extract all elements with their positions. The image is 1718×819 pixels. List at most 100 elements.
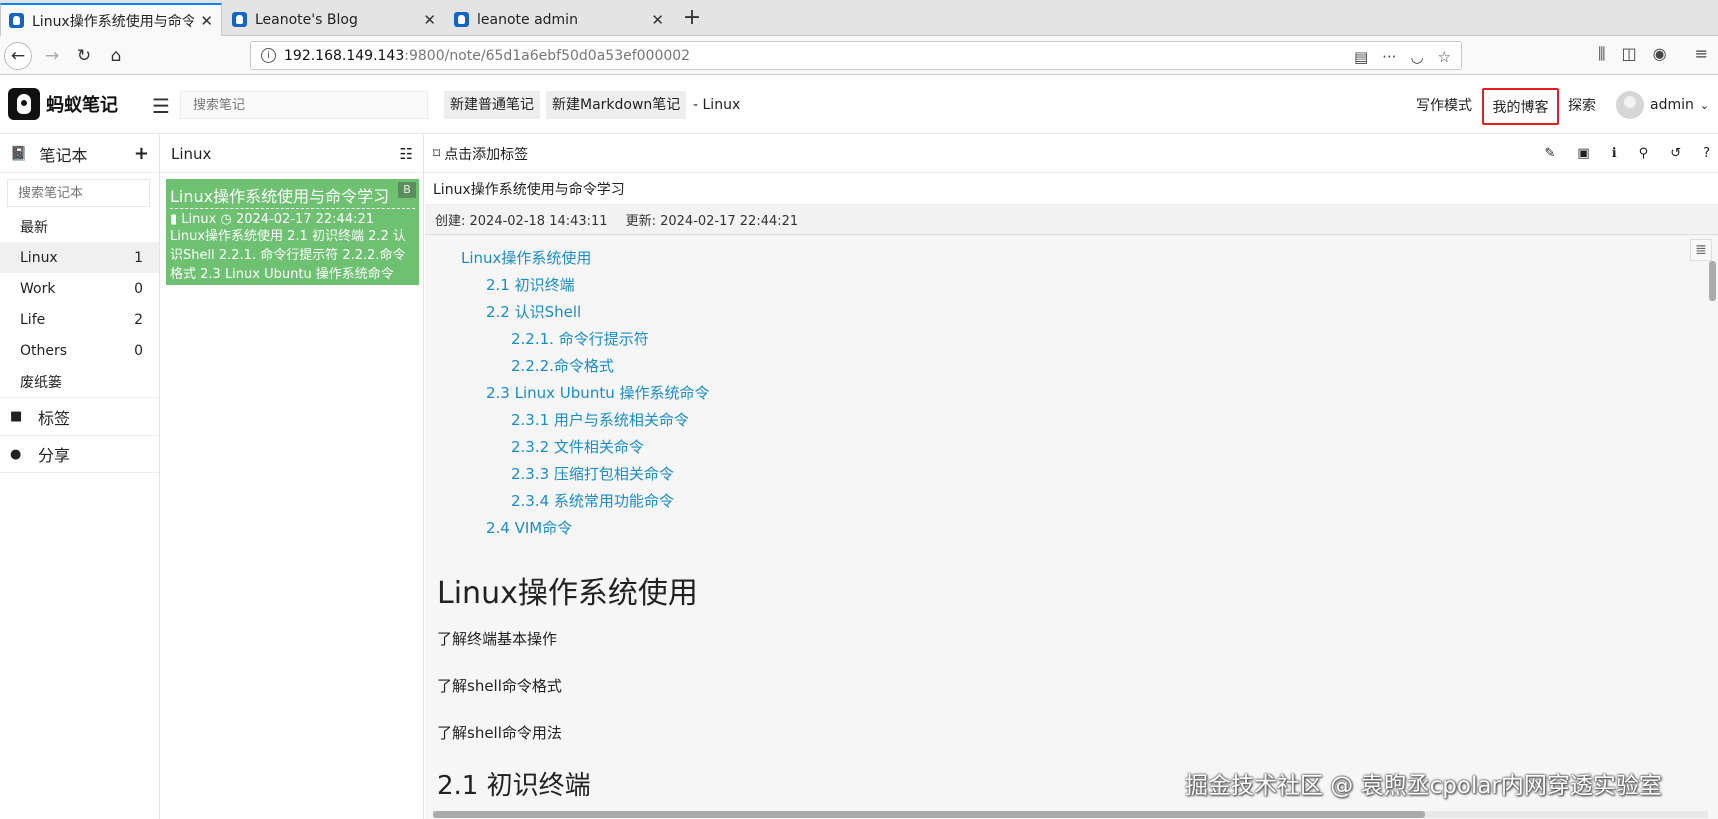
sidebar-toggle-icon[interactable]: ◫ xyxy=(1622,44,1637,64)
toc-link[interactable]: 2.3.2 文件相关命令 xyxy=(461,434,1718,461)
browser-tab-admin[interactable]: leanote admin ✕ xyxy=(446,3,672,36)
sidebar-item-count: 0 xyxy=(134,280,143,297)
sidebar-item-linux[interactable]: Linux 1 xyxy=(0,242,159,273)
bookmark-star-icon[interactable]: ☆ xyxy=(1438,48,1451,66)
toc-link[interactable]: 2.2.2.命令格式 xyxy=(461,353,1718,380)
search-note-input[interactable] xyxy=(180,91,428,119)
tag-icon: ⌑ xyxy=(433,145,441,162)
sidebar-item-label: Linux xyxy=(20,249,58,266)
sidebar-item-count: 1 xyxy=(134,249,143,266)
content-paragraph: 了解shell命令格式 xyxy=(437,677,562,695)
updated-time: 更新: 2024-02-17 22:44:21 xyxy=(625,214,799,229)
attachment-icon[interactable]: ⚲ xyxy=(1639,146,1649,161)
clock-icon: ◷ xyxy=(220,212,232,227)
blog-badge[interactable]: B xyxy=(398,182,416,198)
toc-link[interactable]: 2.2 认识Shell xyxy=(461,299,1718,326)
history-icon[interactable]: ↺ xyxy=(1670,146,1681,161)
browser-tab-note[interactable]: Linux操作系统使用与命令学习 ✕ xyxy=(0,3,222,36)
horizontal-scrollbar[interactable] xyxy=(433,811,1708,818)
toc-link[interactable]: 2.3.4 系统常用功能命令 xyxy=(461,488,1718,515)
tags-label: 标签 xyxy=(38,408,71,428)
site-info-icon[interactable]: i xyxy=(261,48,276,63)
user-menu[interactable]: admin ⌄ xyxy=(1616,76,1709,134)
sidebar-item-work[interactable]: Work 0 xyxy=(0,273,159,304)
reader-view-icon[interactable]: ▤ xyxy=(1354,48,1368,66)
add-tag-link[interactable]: 点击添加标签 xyxy=(444,144,528,164)
browser-nav-bar: ← → ↻ ⌂ i 192.168.149.143:9800/note/65d1… xyxy=(0,36,1718,75)
leanote-logo[interactable]: 蚂蚁笔记 xyxy=(8,88,118,120)
table-of-contents: Linux操作系统使用 2.1 初识终端 2.2 认识Shell 2.2.1. … xyxy=(425,235,1718,542)
leanote-favicon-icon xyxy=(454,12,469,27)
url-bar[interactable]: i 192.168.149.143:9800/note/65d1a6ebf50d… xyxy=(250,41,1462,70)
toc-link[interactable]: 2.3.3 压缩打包相关命令 xyxy=(461,461,1718,488)
note-meta: ▮ Linux ◷ 2024-02-17 22:44:21 xyxy=(170,212,415,227)
edit-icon[interactable]: ✎ xyxy=(1545,146,1556,161)
user-name: admin xyxy=(1650,97,1694,113)
write-mode-link[interactable]: 写作模式 xyxy=(1416,76,1472,134)
note-list-pane: Linux ☷ Linux操作系统使用与命令学习 B ▮ Linux ◷ 202… xyxy=(161,135,424,819)
toc-link[interactable]: 2.3.1 用户与系统相关命令 xyxy=(461,407,1718,434)
note-list-title: Linux xyxy=(171,144,212,163)
reload-icon[interactable]: ↻ xyxy=(70,42,98,70)
add-notebook-icon[interactable]: + xyxy=(134,143,149,164)
new-markdown-button[interactable]: 新建Markdown笔记 xyxy=(546,91,687,119)
pocket-icon[interactable]: ◡ xyxy=(1410,48,1423,66)
account-icon[interactable]: ◉ xyxy=(1653,44,1667,64)
note-timestamps: 创建: 2024-02-18 14:43:11 更新: 2024-02-17 2… xyxy=(425,205,1718,235)
toc-link[interactable]: 2.2.1. 命令行提示符 xyxy=(461,326,1718,353)
search-notebook-input[interactable] xyxy=(7,179,150,207)
my-blog-link[interactable]: 我的博客 xyxy=(1482,88,1559,125)
list-view-icon[interactable]: ☷ xyxy=(400,145,413,163)
note-content[interactable]: Linux操作系统使用 2.1 初识终端 2.2 认识Shell 2.2.1. … xyxy=(425,235,1718,819)
share-label: 分享 xyxy=(38,446,71,465)
content-paragraph: 了解shell命令用法 xyxy=(437,724,562,742)
content-heading-1: Linux操作系统使用 xyxy=(437,576,698,611)
avatar xyxy=(1616,91,1644,119)
explore-link[interactable]: 探索 xyxy=(1568,76,1596,134)
sidebar-item-trash[interactable]: 废纸篓 xyxy=(0,366,159,397)
help-icon[interactable]: ? xyxy=(1703,146,1710,161)
hamburger-menu-icon[interactable]: ≡ xyxy=(1695,44,1708,64)
toc-link[interactable]: 2.4 VIM命令 xyxy=(461,515,1718,542)
sidebar-section-tags[interactable]: ■ 标签 xyxy=(0,397,159,435)
bookmark-icon: ■ xyxy=(10,409,23,424)
note-summary: Linux操作系统使用 2.1 初识终端 2.2 认识Shell 2.2.1. … xyxy=(170,229,406,282)
new-tab-button[interactable]: + xyxy=(680,5,704,30)
toggle-sidebar-icon[interactable]: ☰ xyxy=(152,94,170,118)
sidebar-item-count: 2 xyxy=(134,311,143,328)
back-arrow-icon[interactable]: ← xyxy=(4,42,32,70)
page-actions-icon[interactable]: ··· xyxy=(1382,48,1396,66)
info-icon[interactable]: ℹ xyxy=(1612,146,1617,161)
library-icon[interactable]: ⫼ xyxy=(1598,44,1605,64)
close-tab-icon[interactable]: ✕ xyxy=(651,11,664,29)
url-path: :9800/note/65d1a6ebf50d0a53ef000002 xyxy=(404,47,691,64)
close-tab-icon[interactable]: ✕ xyxy=(200,12,213,30)
forward-arrow-icon[interactable]: → xyxy=(38,42,66,70)
chevron-down-icon: ⌄ xyxy=(1699,98,1710,112)
sidebar-item-life[interactable]: Life 2 xyxy=(0,304,159,335)
content-paragraph: 了解终端基本操作 xyxy=(437,630,558,648)
vertical-scrollbar[interactable] xyxy=(1709,235,1716,815)
sidebar-item-others[interactable]: Others 0 xyxy=(0,335,159,366)
leanote-favicon-icon xyxy=(232,12,247,27)
note-editor: ⌑ 点击添加标签 ✎ ▣ ℹ ⚲ ↺ ? Linux操作系统使用与命令学习 创建… xyxy=(425,135,1718,819)
book-icon: ▮ xyxy=(170,212,178,227)
note-title-field[interactable]: Linux操作系统使用与命令学习 xyxy=(425,173,1718,205)
toc-link[interactable]: Linux操作系统使用 xyxy=(461,245,1718,272)
sidebar-section-share[interactable]: ● 分享 xyxy=(0,435,159,473)
app-header: 蚂蚁笔记 ☰ 新建普通笔记 新建Markdown笔记 - Linux 写作模式 … xyxy=(0,76,1718,134)
home-icon[interactable]: ⌂ xyxy=(102,42,130,70)
sidebar-item-label: Work xyxy=(20,280,56,297)
list-item[interactable]: Linux操作系统使用与命令学习 B ▮ Linux ◷ 2024-02-17 … xyxy=(166,179,419,285)
toc-link[interactable]: 2.3 Linux Ubuntu 操作系统命令 xyxy=(461,380,1718,407)
sidebar-item-latest[interactable]: 最新 xyxy=(0,211,159,242)
new-note-button[interactable]: 新建普通笔记 xyxy=(444,91,540,119)
close-tab-icon[interactable]: ✕ xyxy=(423,11,436,29)
browser-tab-blog[interactable]: Leanote's Blog ✕ xyxy=(224,3,444,36)
current-notebook-label: - Linux xyxy=(693,97,741,113)
save-icon[interactable]: ▣ xyxy=(1577,146,1589,161)
toc-link[interactable]: 2.1 初识终端 xyxy=(461,272,1718,299)
note-notebook: Linux xyxy=(181,212,217,227)
url-host: 192.168.149.143 xyxy=(284,47,405,64)
note-date: 2024-02-17 22:44:21 xyxy=(235,212,375,227)
